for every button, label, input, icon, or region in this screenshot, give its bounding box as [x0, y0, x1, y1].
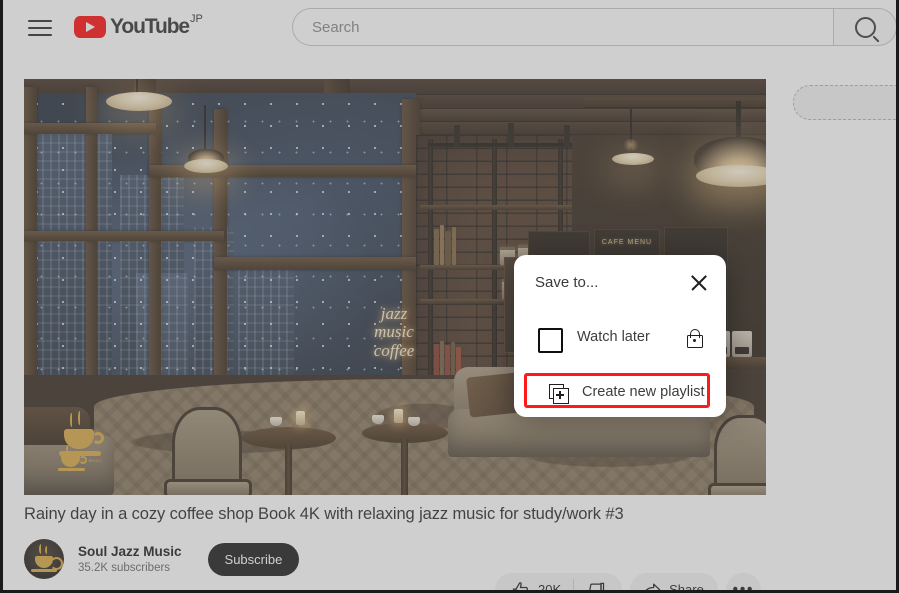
- like-count: 20K: [538, 582, 562, 593]
- scene-lamp-cord: [736, 101, 741, 141]
- share-button[interactable]: Share: [630, 573, 718, 593]
- neon-line-2: music: [374, 322, 414, 342]
- search-bar: [292, 8, 896, 48]
- neon-line-1: jazz: [380, 304, 408, 323]
- scene-chair-seat: [164, 479, 252, 495]
- scene-chandelier-arm: [564, 125, 570, 147]
- create-new-playlist-label: Create new playlist: [582, 384, 705, 400]
- menu-board-title: CAFE MENU: [601, 239, 653, 246]
- scene-candle: [296, 411, 305, 425]
- more-actions-button[interactable]: •••: [725, 573, 761, 593]
- lock-icon: [686, 329, 703, 348]
- thumbs-down-icon: [589, 582, 605, 590]
- search-button[interactable]: [833, 8, 896, 46]
- scene-table-stem: [285, 445, 292, 495]
- scene-window-mullion: [24, 231, 224, 241]
- like-dislike-group: 20K: [495, 573, 623, 593]
- subscribe-button[interactable]: Subscribe: [207, 542, 300, 576]
- hamburger-menu-icon[interactable]: [27, 16, 53, 40]
- scene-book: [440, 225, 444, 265]
- scene-channel-watermark-small: [56, 443, 90, 477]
- scene-neon-sign: jazz music coffee: [348, 304, 440, 360]
- like-button[interactable]: 20K: [499, 573, 573, 593]
- scene-window-mullion: [214, 257, 420, 270]
- scene-book: [452, 227, 456, 265]
- scene-cup: [270, 417, 282, 426]
- close-icon[interactable]: [688, 272, 710, 294]
- save-to-dialog: Save to... Watch later Create new playli…: [514, 255, 726, 417]
- scene-chandelier-arm: [508, 123, 514, 147]
- scene-lamp-glow: [622, 139, 640, 151]
- scene-chair-seat: [708, 483, 766, 495]
- scene-book: [434, 229, 439, 265]
- neon-line-3: coffee: [373, 340, 415, 360]
- scene-book: [445, 345, 450, 379]
- share-arrow-icon: [645, 583, 661, 590]
- scene-pendant-lamp: [106, 92, 172, 111]
- watch-later-label: Watch later: [577, 329, 650, 345]
- action-buttons: 20K Share •••: [495, 573, 761, 593]
- youtube-logo-text: YouTube: [110, 15, 190, 38]
- youtube-play-icon: [74, 16, 106, 38]
- dialog-title: Save to...: [535, 274, 599, 291]
- scene-pendant-lamp: [184, 159, 228, 173]
- dislike-button[interactable]: [574, 573, 618, 590]
- search-icon: [854, 16, 876, 38]
- thumbs-up-icon: [512, 581, 528, 590]
- channel-avatar[interactable]: [24, 539, 64, 579]
- scene-book: [440, 341, 444, 379]
- watch-later-checkbox[interactable]: [538, 328, 563, 353]
- owner-row: Soul Jazz Music 35.2K subscribers Subscr…: [24, 539, 884, 590]
- search-box[interactable]: [292, 8, 833, 46]
- youtube-logo[interactable]: YouTube JP: [74, 14, 203, 42]
- more-horizontal-icon: •••: [732, 580, 755, 593]
- masthead: YouTube JP: [3, 0, 896, 56]
- subscriber-count: 35.2K subscribers: [78, 561, 171, 574]
- share-label: Share: [669, 582, 704, 593]
- video-metadata: Rainy day in a cozy coffee shop Book 4K …: [24, 505, 884, 590]
- channel-info: Soul Jazz Music 35.2K subscribers: [78, 543, 182, 576]
- create-new-playlist-row[interactable]: Create new playlist: [524, 373, 710, 408]
- youtube-watch-page: YouTube JP Search jazz music coffee CAFE…: [0, 0, 899, 593]
- search-input[interactable]: [310, 17, 814, 37]
- scene-cup: [408, 417, 420, 426]
- scene-window-mullion: [24, 123, 156, 134]
- scene-cup: [372, 415, 384, 424]
- scene-pendant-lamp: [612, 153, 654, 165]
- scene-chandelier-arm: [454, 125, 460, 147]
- create-playlist-icon: [549, 384, 569, 404]
- scene-coffee-machine: [732, 331, 752, 357]
- scene-book: [445, 231, 451, 265]
- related-chip-placeholder[interactable]: [793, 85, 896, 120]
- scene-table-stem: [401, 439, 408, 495]
- video-title: Rainy day in a cozy coffee shop Book 4K …: [24, 505, 624, 523]
- channel-name[interactable]: Soul Jazz Music: [78, 543, 182, 560]
- youtube-logo-country: JP: [190, 13, 203, 25]
- scene-candle: [394, 409, 403, 423]
- scene-book: [451, 342, 455, 379]
- watch-later-row[interactable]: Watch later: [514, 317, 726, 361]
